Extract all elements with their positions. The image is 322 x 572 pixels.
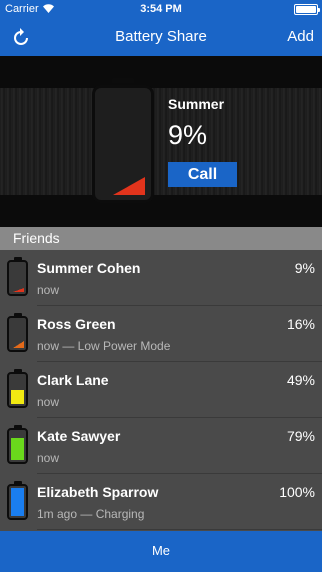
status-time: 3:54 PM (140, 3, 182, 15)
friend-row[interactable]: Ross Green 16% now — Low Power Mode (0, 306, 322, 362)
status-bar: Carrier 3:54 PM (0, 0, 322, 20)
large-battery-icon (92, 78, 154, 203)
friend-row[interactable]: Kate Sawyer 79% now (0, 418, 322, 474)
friend-status: 1m ago — Charging (37, 507, 145, 521)
friend-row[interactable]: Summer Cohen 9% now (0, 250, 322, 306)
friend-status: now (37, 283, 60, 297)
friend-percent: 16% (286, 316, 315, 332)
friend-name: Ross Green (37, 316, 116, 332)
battery-icon (7, 369, 28, 408)
battery-icon (294, 4, 320, 15)
panel-background (0, 88, 322, 195)
friend-row[interactable]: Elizabeth Sparrow 100% 1m ago — Charging (0, 474, 322, 530)
battery-level-fill (113, 177, 145, 195)
battery-icon (7, 481, 28, 520)
friend-row[interactable]: Clark Lane 49% now (0, 362, 322, 418)
friend-percent: 9% (294, 260, 315, 276)
tab-me[interactable]: Me (0, 543, 322, 558)
selected-friend-name: Summer (168, 96, 225, 112)
tab-bar: Me (0, 531, 322, 572)
battery-icon (7, 425, 28, 464)
battery-cap (112, 78, 134, 83)
add-button[interactable]: Add (287, 28, 314, 45)
friend-percent: 79% (286, 428, 315, 444)
friend-status: now (37, 451, 60, 465)
friends-list: Summer Cohen 9% now Ross Green 16% now —… (0, 250, 322, 531)
friend-status: now — Low Power Mode (37, 339, 171, 353)
friend-name: Elizabeth Sparrow (37, 484, 159, 500)
call-button[interactable]: Call (168, 162, 237, 187)
friend-percent: 49% (286, 372, 315, 388)
friend-status: now (37, 395, 60, 409)
friend-name: Kate Sawyer (37, 428, 121, 444)
page-title: Battery Share (115, 28, 207, 45)
friend-name: Clark Lane (37, 372, 109, 388)
battery-icon (7, 313, 28, 352)
selected-friend-panel: Summer 9% Call (0, 56, 322, 227)
battery-icon (7, 257, 28, 296)
row-divider (37, 529, 322, 530)
friend-percent: 100% (279, 484, 315, 500)
friends-section-header: Friends (0, 227, 322, 250)
navigation-bar: Battery Share Add (0, 20, 322, 56)
selected-friend-percent: 9% (168, 120, 208, 150)
friend-name: Summer Cohen (37, 260, 141, 276)
